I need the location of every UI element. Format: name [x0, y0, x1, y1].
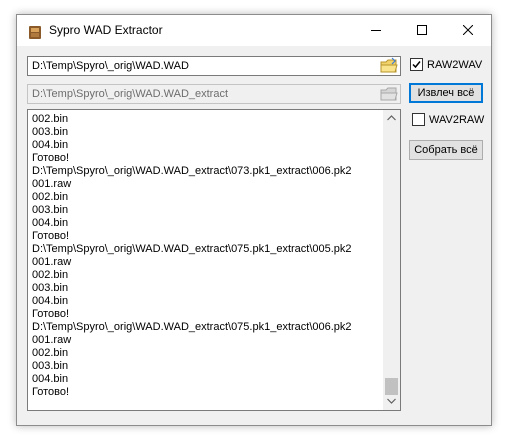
output-path-field: D:\Temp\Spyro\_orig\WAD.WAD_extract [27, 84, 401, 104]
app-window: Sypro WAD Extractor D:\Temp\Spyro\_orig\… [16, 14, 492, 426]
source-path-value: D:\Temp\Spyro\_orig\WAD.WAD [32, 60, 189, 72]
log-line: 002.bin [32, 347, 69, 359]
minimize-button[interactable] [353, 15, 399, 46]
check-icon [412, 61, 421, 69]
chevron-down-icon [387, 398, 396, 404]
close-icon [463, 25, 473, 35]
browse-source-button[interactable] [379, 57, 399, 75]
folder-icon [380, 57, 398, 73]
close-button[interactable] [445, 15, 491, 46]
source-path-field[interactable]: D:\Temp\Spyro\_orig\WAD.WAD [27, 56, 401, 76]
wav2raw-checkbox[interactable]: WAV2RAW [412, 112, 492, 128]
log-line: 003.bin [32, 126, 69, 138]
output-path-value: D:\Temp\Spyro\_orig\WAD.WAD_extract [32, 88, 229, 100]
minimize-icon [371, 30, 381, 31]
log-line: 004.bin [32, 139, 69, 151]
log-line: Готово! [32, 230, 70, 242]
log-textarea[interactable]: 002.bin 003.bin 004.bin Готово! D:\Temp\Spyr… [27, 109, 401, 411]
log-line: 003.bin [32, 282, 69, 294]
log-line: 001.raw [32, 178, 72, 190]
log-line: 002.bin [32, 191, 69, 203]
raw2wav-checkbox[interactable]: RAW2WAV [410, 57, 490, 73]
wav2raw-label: WAV2RAW [429, 114, 485, 126]
log-line: 003.bin [32, 360, 69, 372]
collect-all-button[interactable]: Собрать всё [409, 140, 483, 160]
extract-all-button[interactable]: Извлеч всё [409, 83, 483, 103]
maximize-button[interactable] [399, 15, 445, 46]
log-line: Готово! [32, 386, 70, 398]
log-line: D:\Temp\Spyro\_orig\WAD.WAD_extract\075.… [32, 243, 352, 255]
log-line: 002.bin [32, 113, 69, 125]
title-bar[interactable]: Sypro WAD Extractor [17, 15, 491, 46]
log-line: Готово! [32, 308, 70, 320]
maximize-icon [417, 25, 427, 35]
wav2raw-checkbox-box[interactable] [412, 113, 425, 126]
log-line: 003.bin [32, 204, 69, 216]
raw2wav-checkbox-box[interactable] [410, 58, 423, 71]
chevron-up-icon [387, 115, 396, 121]
browse-output-button [379, 85, 399, 103]
box-icon [27, 24, 43, 40]
log-line: 002.bin [32, 269, 69, 281]
scroll-up-button[interactable] [383, 110, 400, 127]
log-line: 004.bin [32, 217, 69, 229]
log-line: 001.raw [32, 334, 72, 346]
log-scrollbar[interactable] [383, 110, 400, 410]
log-lines: 002.bin 003.bin 004.bin Готово! D:\Temp\Spyr… [32, 113, 352, 399]
window-title: Sypro WAD Extractor [49, 23, 163, 37]
log-line: 004.bin [32, 295, 69, 307]
log-line: D:\Temp\Spyro\_orig\WAD.WAD_extract\075.… [32, 321, 352, 333]
folder-disabled-icon [380, 87, 398, 101]
raw2wav-label: RAW2WAV [427, 59, 483, 71]
log-line: 001.raw [32, 256, 72, 268]
log-line: 004.bin [32, 373, 69, 385]
scroll-down-button[interactable] [383, 393, 400, 410]
log-line: D:\Temp\Spyro\_orig\WAD.WAD_extract\073.… [32, 165, 352, 177]
log-line: Готово! [32, 152, 70, 164]
